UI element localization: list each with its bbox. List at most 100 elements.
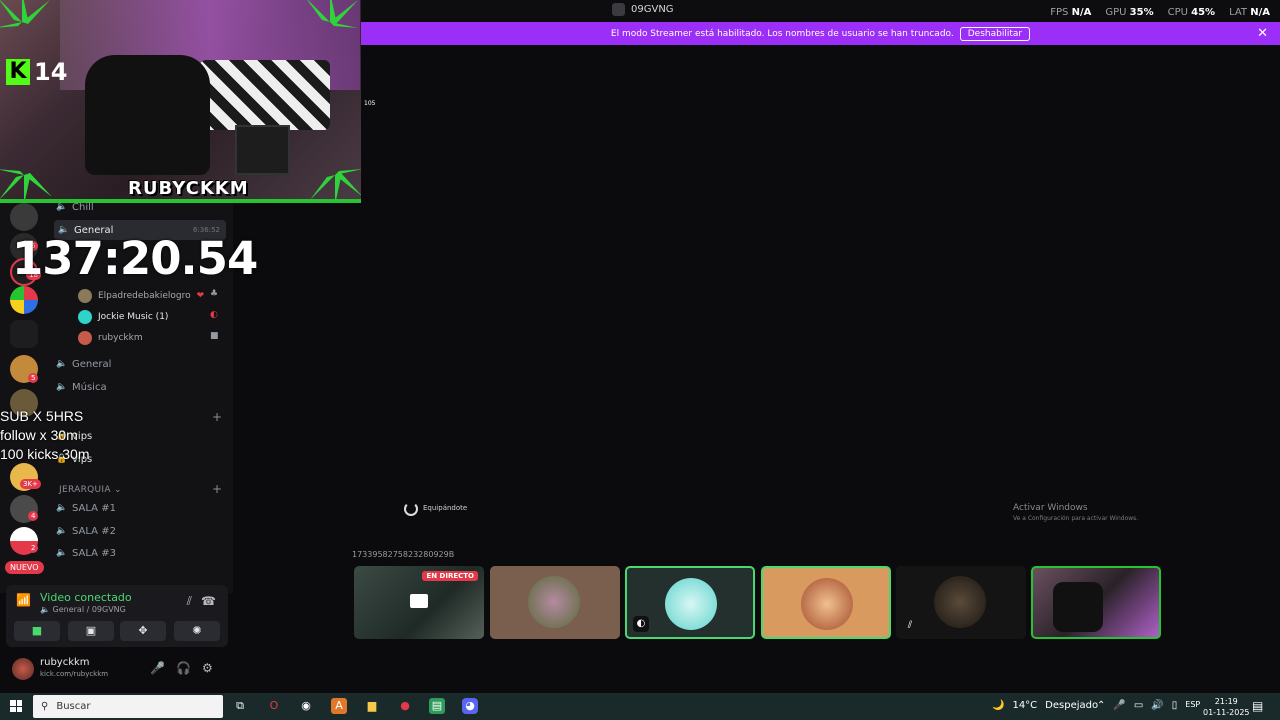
- leaf-icon: [0, 0, 50, 28]
- participant-tile-camera[interactable]: [1031, 566, 1161, 639]
- user-panel: rubyckkm kick.com/rubyckkm 🎤 🎧 ⚙: [6, 652, 228, 688]
- voice-user[interactable]: Elpadredebakielogro ❤: [78, 289, 204, 303]
- unread-badge: 4: [28, 511, 39, 521]
- avatar: [801, 578, 853, 630]
- screen-share-icon: [410, 594, 428, 608]
- screen-share-button[interactable]: ▣: [68, 621, 114, 641]
- folder-icon[interactable]: ▆: [364, 698, 380, 714]
- signal-icon: 📶: [16, 593, 31, 607]
- avatar[interactable]: [12, 658, 34, 680]
- disconnect-icon[interactable]: ☎: [201, 594, 216, 608]
- volume-icon[interactable]: 🔊: [1151, 700, 1163, 711]
- app-icon[interactable]: ●: [397, 698, 413, 714]
- camera-button[interactable]: ■: [14, 621, 60, 641]
- add-channel-icon[interactable]: +: [212, 482, 222, 496]
- microphone-icon[interactable]: 🎤: [1113, 700, 1125, 711]
- webcam-amp: [235, 125, 290, 175]
- streamer-mode-banner: El modo Streamer está habilitado. Los no…: [361, 22, 1280, 45]
- weather-widget[interactable]: 🌙 14°C Despejado: [992, 700, 1098, 711]
- loading-text: Equipándote: [423, 504, 468, 512]
- small-label: 105: [364, 100, 376, 107]
- participant-tile-stream[interactable]: EN DIRECTO: [354, 566, 484, 639]
- perf-lat: LAT N/A: [1229, 7, 1270, 18]
- opera-icon[interactable]: O: [266, 698, 282, 714]
- task-view-icon[interactable]: ⧉: [232, 698, 248, 714]
- webcam-chair: [85, 55, 210, 175]
- participant-tile-speaking[interactable]: [761, 566, 891, 639]
- video-icon: ■: [210, 331, 219, 341]
- channel-musica[interactable]: 🔈 Música: [56, 377, 107, 397]
- speaker-icon: 🔈: [56, 382, 68, 392]
- channel-general[interactable]: 🔈 General: [56, 354, 111, 374]
- leaf-icon: [310, 169, 361, 199]
- channel-sala-3[interactable]: 🔈 SALA #3: [56, 543, 116, 563]
- participant-tile[interactable]: [490, 566, 620, 639]
- voice-user-name: Elpadredebakielogro: [98, 291, 191, 301]
- channel-label: Música: [72, 381, 107, 393]
- game-icon: ♣: [210, 289, 219, 299]
- battery-icon[interactable]: ▯: [1172, 700, 1178, 711]
- add-channel-icon[interactable]: +: [212, 410, 222, 424]
- streamer-name-watermark: RUBYCKKM: [128, 178, 249, 199]
- avatar: [78, 310, 92, 324]
- activate-windows-title: Activar Windows: [1013, 503, 1088, 513]
- window-title-text: 09GVNG: [631, 4, 674, 15]
- loading-spinner-icon: [404, 502, 418, 516]
- category-jerarquia[interactable]: JERARQUIA ⌄: [59, 485, 122, 495]
- username: rubyckkm: [40, 657, 90, 668]
- clock-date: 01-11-2025: [1203, 708, 1250, 717]
- notification-icon[interactable]: ▤: [1252, 699, 1263, 713]
- windows-start-icon[interactable]: [10, 700, 22, 712]
- channel-label: General: [72, 358, 112, 370]
- taskbar-clock[interactable]: 21:19 01-11-2025: [1203, 696, 1250, 718]
- window-title: 09GVNG: [612, 3, 674, 16]
- noise-suppression-icon[interactable]: ⫽: [187, 594, 192, 609]
- perf-gpu: GPU 35%: [1105, 7, 1154, 18]
- obs-icon[interactable]: ◉: [298, 698, 314, 714]
- channel-label: SALA #3: [72, 547, 116, 559]
- channel-chill[interactable]: 🔈 Chill: [56, 197, 94, 217]
- channel-sala-2[interactable]: 🔈 SALA #2: [56, 521, 116, 541]
- clock-time: 21:19: [1214, 697, 1238, 706]
- rule-line: SUB X 5HRS: [0, 408, 84, 424]
- weather-desc: Despejado: [1045, 700, 1099, 711]
- server-icon[interactable]: [10, 203, 38, 231]
- voice-location: 🔈 General / 09GVNG: [40, 605, 126, 614]
- channel-sala-1[interactable]: 🔈 SALA #1: [56, 498, 116, 518]
- leaf-icon: [307, 0, 358, 28]
- search-icon: ⚲: [41, 701, 49, 712]
- headphones-icon[interactable]: 🎧: [176, 661, 191, 675]
- channel-label: Chill: [72, 201, 94, 213]
- taskbar-search[interactable]: ⚲ Buscar: [33, 695, 223, 718]
- headset-icon: ◐: [633, 616, 649, 632]
- channel-label: SALA #2: [72, 525, 116, 537]
- disable-button[interactable]: Deshabilitar: [959, 26, 1031, 41]
- activities-button[interactable]: ✥: [120, 621, 166, 641]
- participant-tile[interactable]: ⫽: [896, 566, 1026, 639]
- kick-counter: K 14: [6, 58, 67, 86]
- store-icon[interactable]: ▤: [429, 698, 445, 714]
- chevron-up-icon[interactable]: ⌃: [1097, 700, 1105, 711]
- app-icon[interactable]: A: [331, 698, 347, 714]
- microphone-icon[interactable]: 🎤: [150, 661, 165, 675]
- perf-cpu: CPU 45%: [1167, 7, 1216, 18]
- discord-icon[interactable]: ◕: [462, 698, 478, 714]
- webcam-chair: [1053, 582, 1103, 632]
- server-icon[interactable]: [10, 320, 38, 348]
- perf-fps: FPS N/A: [1050, 7, 1092, 18]
- close-icon[interactable]: ✕: [1257, 26, 1268, 41]
- soundboard-button[interactable]: ✺: [174, 621, 220, 641]
- voice-user[interactable]: Jockie Music (1): [78, 310, 168, 324]
- avatar: [528, 576, 580, 628]
- subathon-rules: SUB X 5HRS follow x 30m 100 kicks 30m: [0, 407, 89, 464]
- voice-user[interactable]: rubyckkm: [78, 331, 143, 345]
- rule-line: follow x 30m: [0, 427, 78, 443]
- server-icon[interactable]: [10, 286, 38, 314]
- live-badge: EN DIRECTO: [422, 571, 478, 581]
- voice-user-name: rubyckkm: [98, 333, 143, 343]
- network-icon[interactable]: ▭: [1134, 700, 1143, 711]
- gear-icon[interactable]: ⚙: [202, 661, 213, 675]
- participant-tile-speaking[interactable]: ◐: [625, 566, 755, 639]
- new-badge: NUEVO: [5, 561, 44, 574]
- language-indicator[interactable]: ESP: [1185, 700, 1200, 711]
